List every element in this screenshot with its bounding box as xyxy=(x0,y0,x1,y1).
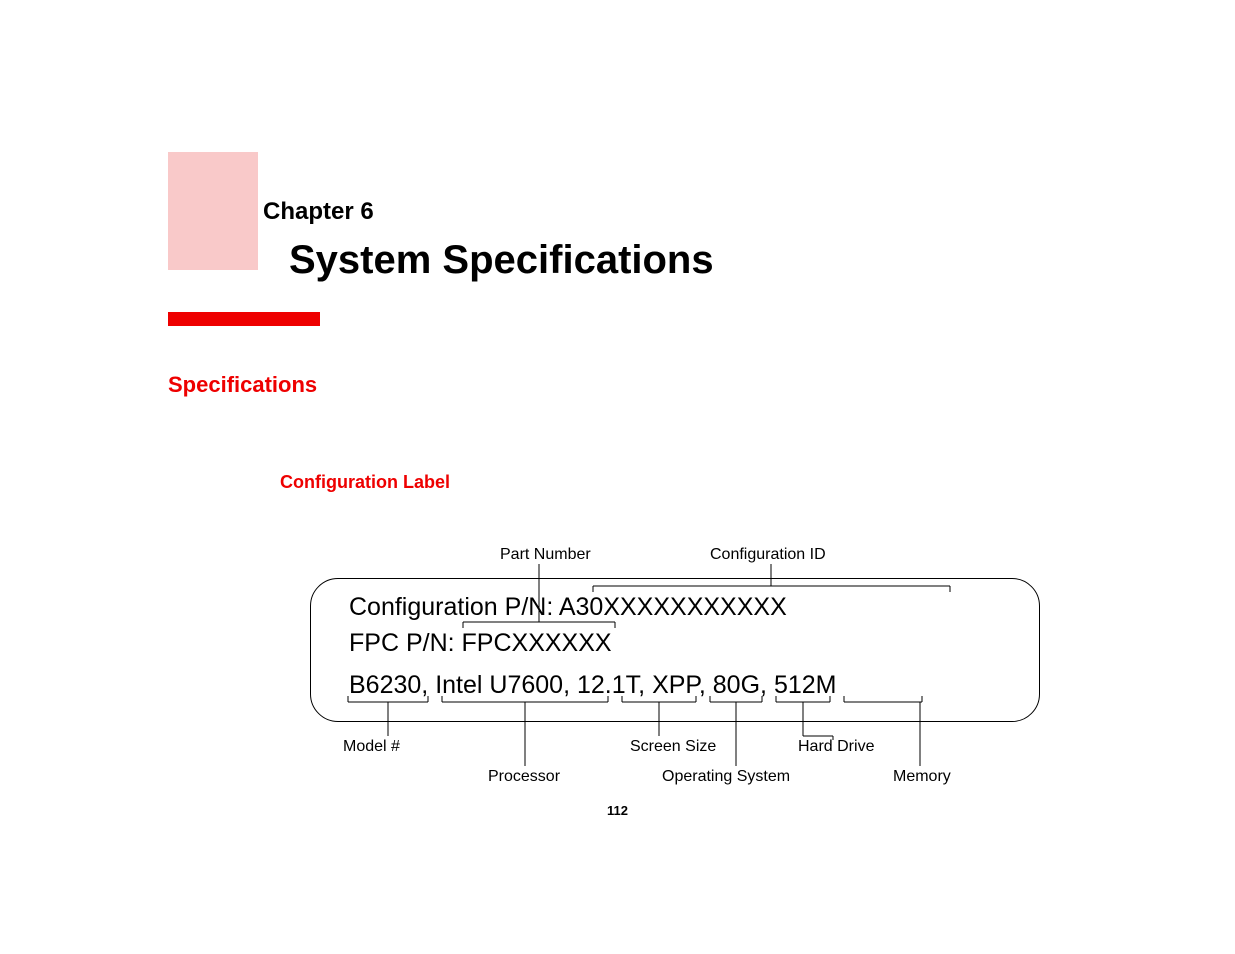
sub-heading: Configuration Label xyxy=(280,472,450,493)
line3-processor: Intel U7600 xyxy=(435,671,563,699)
line3-sep4: , xyxy=(699,671,713,699)
line3-hdd: 80G xyxy=(713,671,760,699)
line3-mem: 512M xyxy=(774,671,837,699)
label-line-3: B6230, Intel U7600, 12.1T, XPP, 80G, 512… xyxy=(349,671,837,700)
line3-sep2: , xyxy=(563,671,577,699)
line3-model: B6230 xyxy=(349,671,421,699)
callout-hard-drive-label: Hard Drive xyxy=(798,738,874,756)
line3-os: XPP xyxy=(652,671,699,699)
label-box: Configuration P/N: A30XXXXXXXXXXX FPC P/… xyxy=(310,578,1040,722)
section-heading: Specifications xyxy=(168,372,317,398)
callout-model-label: Model # xyxy=(343,738,400,756)
line1-prefix: Configuration P/N: xyxy=(349,593,559,621)
callout-screen-size-label: Screen Size xyxy=(630,738,716,756)
label-line-2: FPC P/N: FPCXXXXXX xyxy=(349,629,612,658)
line3-sep1: , xyxy=(421,671,435,699)
red-accent-bar xyxy=(168,312,320,326)
chapter-marker-block xyxy=(168,152,258,270)
line1-value: A30XXXXXXXXXXX xyxy=(559,593,787,621)
chapter-label: Chapter 6 xyxy=(263,198,374,226)
line3-sep5: , xyxy=(760,671,774,699)
line2-value: FPCXXXXXX xyxy=(462,629,612,657)
callout-operating-system-label: Operating System xyxy=(662,768,790,786)
line2-prefix: FPC P/N: xyxy=(349,629,462,657)
label-line-1: Configuration P/N: A30XXXXXXXXXXX xyxy=(349,593,787,622)
line3-sep3: , xyxy=(638,671,652,699)
callout-configuration-id-label: Configuration ID xyxy=(710,546,826,564)
chapter-title: System Specifications xyxy=(289,238,714,283)
page: Chapter 6 System Specifications Specific… xyxy=(0,0,1235,954)
line3-screen: 12.1T xyxy=(577,671,638,699)
page-number: 112 xyxy=(0,803,1235,818)
callout-memory-label: Memory xyxy=(893,768,951,786)
callout-part-number-label: Part Number xyxy=(500,546,591,564)
configuration-label-diagram: Part Number Configuration ID Configurati… xyxy=(300,540,1060,800)
callout-processor-label: Processor xyxy=(488,768,560,786)
